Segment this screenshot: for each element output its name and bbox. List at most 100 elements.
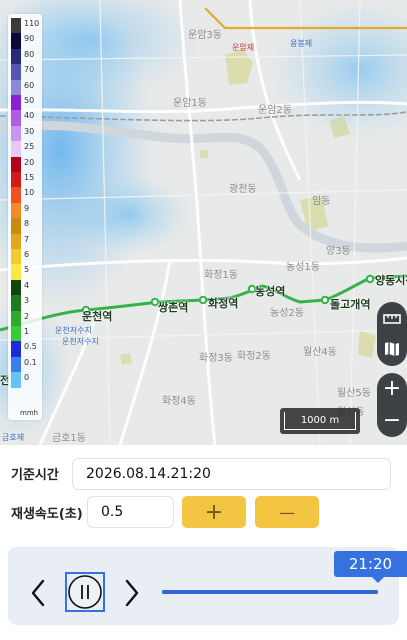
legend-value: 3: [24, 296, 30, 306]
legend-swatch: [11, 64, 21, 80]
place-label: 화정2동: [237, 351, 271, 362]
legend-row: 4: [11, 279, 41, 296]
legend-swatch: [11, 48, 21, 65]
legend-value: 90: [24, 34, 35, 44]
timeline-slider[interactable]: [162, 590, 378, 594]
legend-row: 10: [11, 187, 41, 203]
legend-swatch: [11, 187, 21, 203]
legend-row: 3: [11, 295, 41, 311]
legend-row: 0.5: [11, 341, 41, 357]
speed-plus-button[interactable]: +: [182, 496, 246, 528]
legend-swatch: [11, 356, 21, 373]
place-label: 운암1동: [173, 98, 207, 109]
speed-field[interactable]: 0.5: [87, 496, 174, 528]
legend-value: 20: [24, 157, 35, 167]
legend-swatch: [11, 110, 21, 126]
water-label: 운천저수지: [62, 337, 99, 346]
layer-control-group: [377, 302, 407, 366]
station-label: 농성역: [255, 285, 286, 298]
legend-swatch: [11, 310, 21, 326]
map-base: [0, 0, 407, 445]
legend-row: 15: [11, 172, 41, 188]
place-label: 금호1동: [52, 433, 86, 444]
place-label: 월산5동: [337, 388, 371, 399]
legend-unit: mmh: [20, 409, 39, 417]
legend-swatch: [11, 264, 21, 280]
legend-swatch: [11, 79, 21, 95]
place-label: 농성2동: [270, 308, 304, 319]
zoom-in-button[interactable]: +: [380, 377, 404, 401]
radar-map[interactable]: 운암3동 운암1동 운암2동 광천동 임동 양3동 화정1동 농성1동 농성2동…: [0, 0, 407, 445]
legend-swatch: [11, 33, 21, 49]
current-time-text: 21:20: [348, 555, 393, 573]
legend-swatch: [11, 249, 21, 265]
pause-button[interactable]: [65, 572, 105, 612]
legend-row: 0.1: [11, 356, 41, 373]
legend-value: 0.5: [24, 342, 37, 352]
place-label: 양3동: [326, 246, 351, 257]
water-label: 운천저수지: [55, 326, 92, 335]
place-label: 임동: [312, 196, 331, 207]
legend-value: 0.1: [24, 357, 37, 367]
legend-row: 30: [11, 125, 41, 142]
legend-swatch: [11, 141, 21, 157]
water-label: 금호제: [2, 433, 25, 442]
legend-value: 80: [24, 49, 35, 59]
legend-row: 7: [11, 233, 41, 249]
station-label: 화정역: [208, 297, 239, 310]
ruler-button[interactable]: [380, 307, 404, 331]
legend-row: 50: [11, 95, 41, 111]
legend-swatch: [11, 18, 21, 34]
legend-value: 30: [24, 126, 35, 136]
place-label: 광천동: [229, 184, 257, 195]
map-layer-button[interactable]: [380, 337, 404, 361]
radar-app: 운암3동 운암1동 운암2동 광천동 임동 양3동 화정1동 농성1동 농성2동…: [0, 0, 407, 640]
legend-value: 70: [24, 65, 35, 75]
legend-row: 2: [11, 310, 41, 326]
legend-value: 0: [24, 373, 30, 383]
legend-row: 25: [11, 141, 41, 157]
legend-value: 50: [24, 96, 35, 105]
legend-value: 6: [24, 250, 30, 259]
poi-label: 운암제: [232, 43, 255, 52]
legend-value: 60: [24, 80, 35, 90]
speed-minus-button[interactable]: —: [255, 496, 319, 528]
legend-swatch: [11, 156, 21, 172]
legend-swatch: [11, 95, 21, 111]
previous-frame-button[interactable]: [28, 576, 50, 610]
base-time-label: 기준시간: [11, 468, 59, 483]
current-time-badge: 21:20: [334, 551, 407, 583]
legend-swatch: [11, 341, 21, 357]
scale-bar-label: 1000 m: [284, 412, 356, 430]
timeline-progress: [162, 590, 378, 594]
legend-swatch: [11, 326, 21, 342]
legend-value: 4: [24, 280, 30, 290]
legend-row: 90: [11, 33, 41, 49]
legend-row: 5: [11, 264, 41, 280]
place-label: 운암2동: [258, 105, 292, 116]
chevron-right-icon: [125, 579, 139, 607]
ruler-icon: [383, 314, 401, 324]
zoom-out-button[interactable]: −: [380, 409, 404, 433]
legend-row: 6: [11, 249, 41, 265]
pause-icon: [68, 575, 102, 609]
legend-swatch: [11, 202, 21, 219]
legend-row: 9: [11, 202, 41, 219]
legend-row: 110: [11, 18, 41, 34]
station-label: 운천역: [82, 310, 113, 323]
station-label: 양동시장: [375, 274, 407, 287]
legend-value: 5: [24, 265, 30, 275]
next-frame-button[interactable]: [120, 576, 142, 610]
legend-value: 1: [24, 327, 30, 336]
poi-label: 용봉제: [290, 39, 313, 48]
legend-value: 40: [24, 111, 35, 121]
legend-value: 110: [24, 19, 40, 28]
chevron-left-icon: [31, 579, 45, 607]
legend-value: 9: [24, 203, 30, 213]
legend-swatch: [11, 372, 21, 388]
legend-swatch: [11, 172, 21, 188]
speed-label: 재생속도(초): [11, 507, 83, 522]
base-time-field[interactable]: 2026.08.14.21:20: [72, 458, 391, 490]
legend-value: 25: [24, 142, 35, 152]
legend-swatch: [11, 279, 21, 296]
